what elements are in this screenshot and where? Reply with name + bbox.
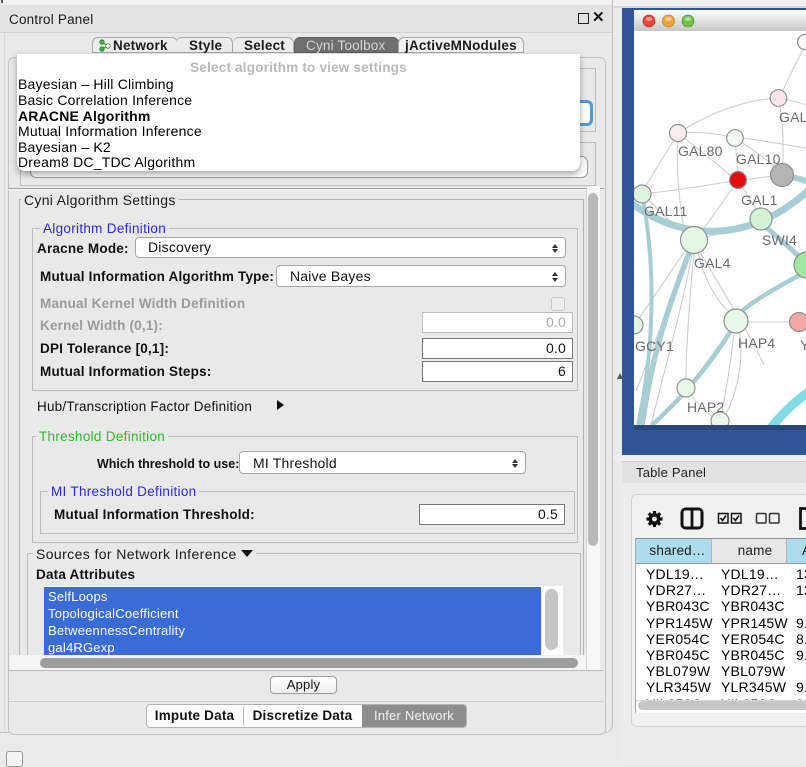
svg-text:GAL10: GAL10 — [736, 151, 781, 167]
svg-text:Y: Y — [800, 337, 806, 353]
svg-text:GAL4: GAL4 — [694, 255, 731, 271]
svg-text:SWI4: SWI4 — [762, 232, 797, 248]
svg-text:HAP4: HAP4 — [738, 335, 775, 351]
svg-text:GCY1: GCY1 — [635, 338, 674, 354]
svg-text:GAL80: GAL80 — [678, 143, 723, 159]
svg-text:HAP2: HAP2 — [687, 399, 724, 415]
svg-text:GAL7: GAL7 — [779, 109, 806, 125]
svg-text:GAL11: GAL11 — [644, 203, 688, 219]
svg-text:GAL1: GAL1 — [741, 192, 778, 208]
